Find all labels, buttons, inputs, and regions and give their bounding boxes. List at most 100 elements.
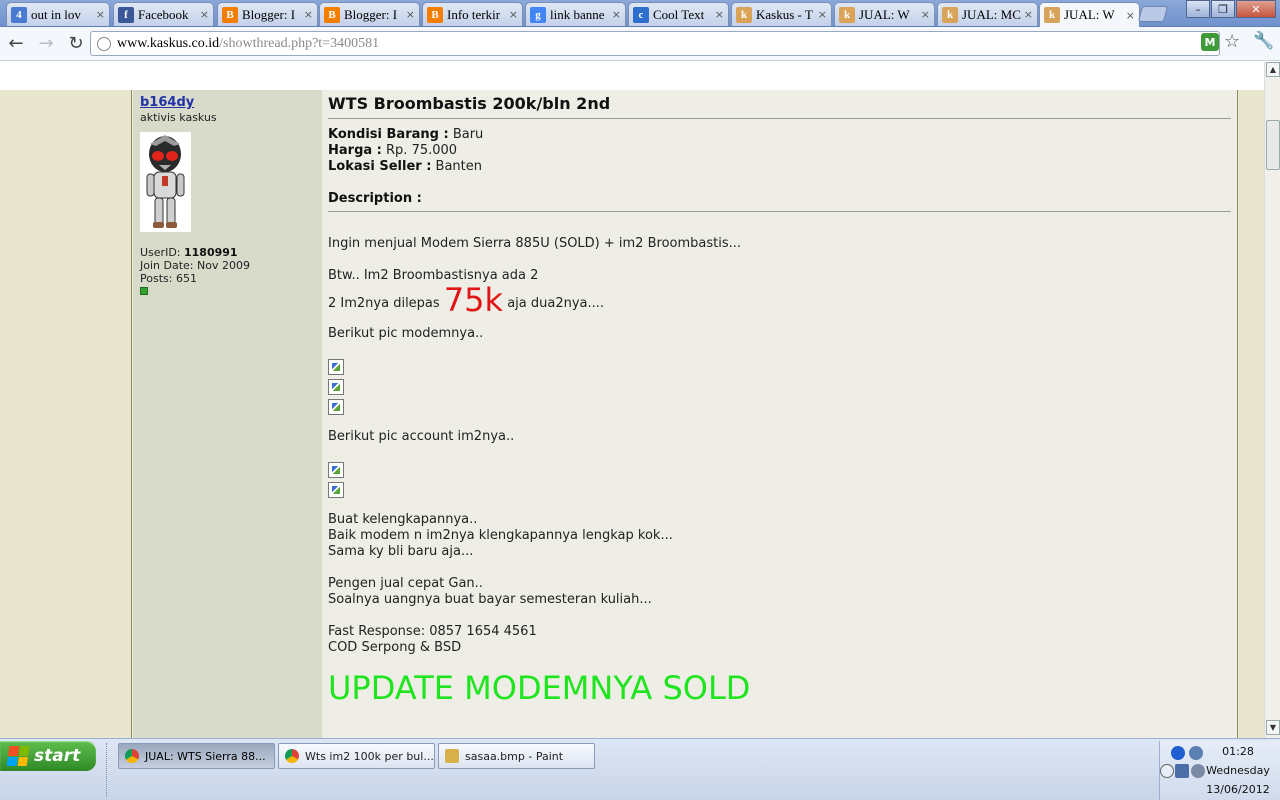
clock-time[interactable]: 01:28 bbox=[1208, 745, 1268, 758]
bookmark-star-icon[interactable]: ☆ bbox=[1224, 31, 1240, 52]
tab-9[interactable]: k JUAL: MC × bbox=[937, 2, 1038, 26]
post-line: Baik modem n im2nya klengkapannya lengka… bbox=[328, 528, 673, 543]
join-date-stat: Join Date: Nov 2009 bbox=[140, 259, 315, 272]
minimize-icon[interactable]: – bbox=[1186, 0, 1210, 18]
lokasi-label: Lokasi Seller : bbox=[328, 159, 432, 174]
cooltext-icon: c bbox=[633, 6, 649, 23]
kaskus-icon: k bbox=[1044, 7, 1060, 23]
lokasi-row: Lokasi Seller : Banten bbox=[328, 159, 1231, 175]
vertical-scrollbar[interactable]: ▲ ▼ bbox=[1264, 62, 1280, 738]
harga-row: Harga : Rp. 75.000 bbox=[328, 143, 1231, 159]
google-icon: g bbox=[530, 6, 546, 23]
reload-icon[interactable]: ↻ bbox=[62, 30, 90, 58]
url-host: www.kaskus.co.id bbox=[117, 35, 220, 51]
post-meta: Kondisi Barang : Baru Harga : Rp. 75.000… bbox=[328, 127, 1231, 175]
tab-close-icon[interactable]: × bbox=[612, 8, 621, 21]
scrollbar-thumb[interactable] bbox=[1266, 120, 1280, 170]
broken-image-icon[interactable] bbox=[328, 462, 344, 478]
taskbar-item-chrome-1[interactable]: JUAL: WTS Sierra 88... bbox=[118, 743, 275, 769]
forward-arrow-icon[interactable]: → bbox=[32, 30, 60, 58]
new-tab-button[interactable] bbox=[1137, 6, 1169, 22]
tab-2[interactable]: B Blogger: I × bbox=[217, 2, 318, 26]
back-arrow-icon[interactable]: ← bbox=[2, 30, 30, 58]
tab-0[interactable]: 4 out in lov × bbox=[6, 2, 110, 26]
wrench-menu-icon[interactable]: 🔧 bbox=[1253, 31, 1274, 51]
tab-close-icon[interactable]: × bbox=[1024, 8, 1033, 21]
tab-close-icon[interactable]: × bbox=[715, 8, 724, 21]
user-title: aktivis kaskus bbox=[140, 111, 217, 124]
address-bar[interactable]: www.kaskus.co.id/showthread.php?t=340058… bbox=[90, 31, 1220, 56]
update-sold-banner: UPDATE MODEMNYA SOLD bbox=[328, 669, 751, 707]
volume-icon[interactable] bbox=[1189, 746, 1203, 760]
tab-title: Info terkir bbox=[447, 6, 501, 22]
post-line: Berikut pic modemnya.. bbox=[328, 326, 484, 341]
tab-title: link banne bbox=[550, 6, 605, 22]
posts-stat: Posts: 651 bbox=[140, 272, 315, 285]
username-link[interactable]: b164dy bbox=[140, 95, 315, 110]
tab-title: out in lov bbox=[31, 6, 81, 22]
post-line: Pengen jual cepat Gan.. bbox=[328, 576, 483, 591]
user-info-panel: b164dy aktivis kaskus UserID: 1180991 Jo… bbox=[133, 90, 322, 738]
tab-close-icon[interactable]: × bbox=[406, 8, 415, 21]
account-pics bbox=[328, 462, 1231, 498]
tab-10-active[interactable]: k JUAL: W × bbox=[1039, 2, 1140, 27]
tab-title: JUAL: W bbox=[1064, 7, 1115, 22]
windows-logo-icon bbox=[6, 746, 30, 766]
broken-image-icon[interactable] bbox=[328, 399, 344, 415]
user-id-label: UserID: bbox=[140, 246, 181, 259]
tab-8[interactable]: k JUAL: W × bbox=[834, 2, 935, 26]
tab-close-icon[interactable]: × bbox=[921, 8, 930, 21]
tab-close-icon[interactable]: × bbox=[1126, 9, 1135, 22]
user-id-value: 1180991 bbox=[184, 246, 238, 259]
tab-7[interactable]: k Kaskus - T × bbox=[731, 2, 832, 26]
broken-image-icon[interactable] bbox=[328, 482, 344, 498]
scroll-up-icon[interactable]: ▲ bbox=[1266, 62, 1280, 77]
clock-date[interactable]: 13/06/2012 bbox=[1200, 783, 1276, 796]
tab-close-icon[interactable]: × bbox=[200, 8, 209, 21]
bluetooth-icon[interactable] bbox=[1171, 746, 1185, 760]
tab-1[interactable]: f Facebook × bbox=[113, 2, 214, 26]
globe-icon bbox=[97, 36, 111, 51]
tray-expand-icon[interactable] bbox=[1160, 764, 1174, 778]
modem-pics bbox=[328, 359, 1231, 415]
tab-close-icon[interactable]: × bbox=[304, 8, 313, 21]
extension-icon[interactable]: M bbox=[1201, 33, 1219, 51]
taskbar-item-label: sasaa.bmp - Paint bbox=[465, 749, 564, 763]
taskbar-separator bbox=[106, 743, 108, 797]
tab-3[interactable]: B Blogger: I × bbox=[319, 2, 420, 26]
taskbar-item-chrome-2[interactable]: Wts im2 100k per bul... bbox=[278, 743, 435, 769]
kaskus-icon: k bbox=[839, 6, 855, 23]
start-label: start bbox=[34, 746, 81, 766]
broken-image-icon[interactable] bbox=[328, 379, 344, 395]
scroll-down-icon[interactable]: ▼ bbox=[1266, 720, 1280, 735]
right-gutter bbox=[1237, 90, 1264, 738]
avatar[interactable] bbox=[140, 132, 191, 232]
post-body: WTS Broombastis 200k/bln 2nd Kondisi Bar… bbox=[322, 90, 1237, 738]
browser-toolbar: ← → ↻ www.kaskus.co.id/showthread.php?t=… bbox=[0, 27, 1280, 61]
clock-day[interactable]: Wednesday bbox=[1200, 764, 1276, 777]
broken-image-icon[interactable] bbox=[328, 359, 344, 375]
blogger-icon: B bbox=[222, 6, 238, 23]
blogger-icon: B bbox=[427, 6, 443, 23]
tab-4[interactable]: B Info terkir × bbox=[422, 2, 523, 26]
kaskus-icon: k bbox=[736, 6, 752, 23]
restore-icon[interactable]: ❐ bbox=[1211, 0, 1235, 18]
close-window-icon[interactable]: ✕ bbox=[1236, 0, 1276, 18]
taskbar-item-paint[interactable]: sasaa.bmp - Paint bbox=[438, 743, 595, 769]
harga-value: Rp. 75.000 bbox=[386, 143, 458, 158]
tab-close-icon[interactable]: × bbox=[509, 8, 518, 21]
online-status-icon bbox=[140, 287, 148, 295]
post-title: WTS Broombastis 200k/bln 2nd bbox=[328, 94, 1231, 119]
chrome-icon bbox=[125, 749, 139, 763]
tab-title: JUAL: W bbox=[859, 6, 910, 22]
taskbar-item-label: Wts im2 100k per bul... bbox=[305, 749, 434, 763]
tab-close-icon[interactable]: × bbox=[818, 8, 827, 21]
taskbar-item-label: JUAL: WTS Sierra 88... bbox=[145, 749, 266, 763]
start-button[interactable]: start bbox=[0, 741, 96, 771]
join-date-value: Nov 2009 bbox=[197, 259, 250, 272]
tab-close-icon[interactable]: × bbox=[96, 8, 105, 21]
kondisi-value: Baru bbox=[452, 127, 484, 142]
tab-5[interactable]: g link banne × bbox=[525, 2, 626, 26]
tab-6[interactable]: c Cool Text × bbox=[628, 2, 729, 26]
network-icon[interactable] bbox=[1175, 764, 1189, 778]
